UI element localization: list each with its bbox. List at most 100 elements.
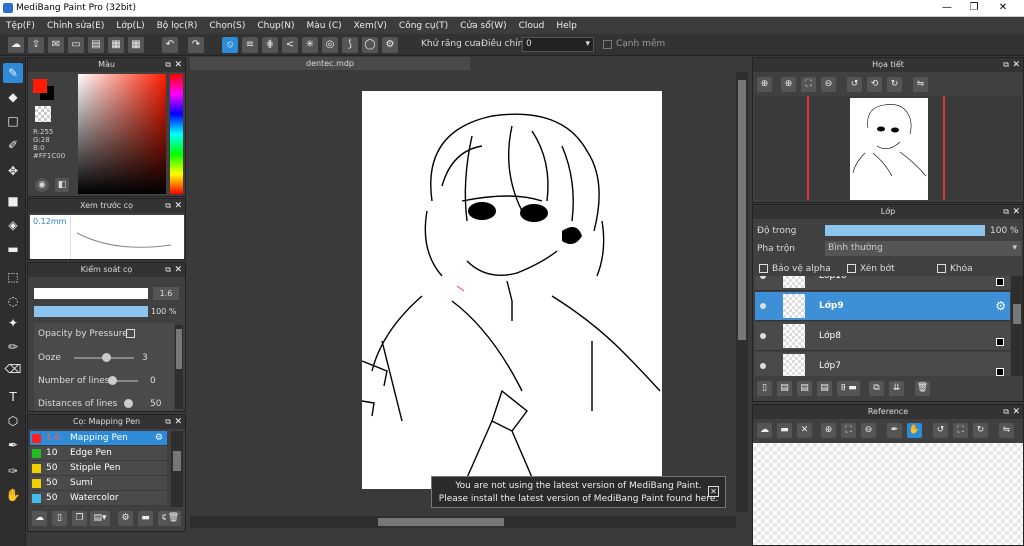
flip-icon[interactable]: ⇋ [913, 77, 928, 92]
gear-icon[interactable]: ⚙ [155, 431, 163, 446]
pages-icon[interactable]: ▦ [108, 37, 124, 53]
notice-close-icon[interactable]: ✕ [708, 486, 719, 497]
canvas-hscrollbar[interactable] [190, 516, 736, 528]
move-tool-icon[interactable]: ✥ [3, 161, 23, 181]
divide-tool-icon[interactable]: ⬡ [3, 411, 23, 431]
visibility-icon[interactable] [760, 333, 766, 339]
pen-tool-icon[interactable]: ✑ [3, 461, 23, 481]
upload-icon[interactable]: ⇪ [28, 37, 44, 53]
smooth-checkbox[interactable] [603, 40, 612, 49]
eraser-tool-icon[interactable]: ◆ [3, 87, 23, 107]
close-panel-icon[interactable]: ✕ [174, 199, 182, 213]
new-layer-icon[interactable]: ▯ [757, 381, 772, 396]
menu-item[interactable]: Tệp(F) [6, 21, 35, 31]
select-eraser-icon[interactable]: ⌫ [3, 359, 23, 379]
layer-row[interactable]: Lớp8 [755, 322, 1010, 351]
brush-list-item[interactable]: 50 Watercolor [30, 491, 167, 506]
brush-options-scrollbar[interactable] [175, 325, 183, 409]
merge-layer-icon[interactable]: ⇊ [889, 381, 904, 396]
copy-brush-icon[interactable]: ❐ [72, 511, 87, 526]
ref-rotate-left-icon[interactable]: ↺ [933, 423, 948, 438]
text-tool-icon[interactable]: T [3, 387, 23, 407]
cloud-reference-icon[interactable]: ☁ [757, 423, 772, 438]
settings-gear-icon[interactable]: ⚙ [382, 37, 398, 53]
zoom-in-icon[interactable]: ⊕ [757, 77, 772, 92]
detach-icon[interactable]: ⧉ [165, 415, 171, 429]
lasso-tool-icon[interactable]: ◌ [3, 291, 23, 311]
duplicate-layer-icon[interactable]: ⧉ [869, 381, 884, 396]
curve-snap-icon[interactable]: ⟆ [342, 37, 358, 53]
menu-item[interactable]: Màu (C) [307, 21, 342, 31]
brush-list-scrollbar[interactable] [171, 431, 183, 507]
detach-icon[interactable]: ⧉ [165, 58, 171, 72]
color-sv-field[interactable] [78, 74, 166, 194]
delete-layer-icon[interactable]: 🗑 [915, 381, 930, 396]
ref-flip-icon[interactable]: ⇋ [999, 423, 1014, 438]
fit-icon[interactable]: ⛶ [801, 77, 816, 92]
distance-slider-handle[interactable] [124, 399, 133, 408]
ref-zoom-out-icon[interactable]: ⊖ [861, 423, 876, 438]
reset-rotate-icon[interactable]: ⟲ [867, 77, 882, 92]
menu-item[interactable]: Chụp(N) [257, 21, 294, 31]
new-1bit-layer-icon[interactable]: ▤ [817, 381, 832, 396]
detach-icon[interactable]: ⧉ [165, 263, 171, 277]
close-reference-icon[interactable]: ✕ [797, 423, 812, 438]
lines-slider-handle[interactable] [108, 376, 117, 385]
cloud-icon[interactable]: ☁ [8, 37, 24, 53]
redo-icon[interactable]: ↷ [188, 37, 204, 53]
brush-size-value[interactable]: 1.6 [153, 287, 179, 300]
layer-row[interactable]: Lớp10 [755, 276, 1010, 291]
detach-icon[interactable]: ⧉ [165, 199, 171, 213]
hand-tool-icon[interactable]: ✋ [3, 485, 23, 505]
lock-checkbox[interactable] [937, 264, 946, 273]
visibility-icon[interactable] [760, 303, 766, 309]
close-panel-icon[interactable]: ✕ [1012, 205, 1020, 219]
crosshatch-snap-icon[interactable]: ⋕ [262, 37, 278, 53]
visibility-icon[interactable] [760, 276, 766, 279]
radial-snap-icon[interactable]: ✳ [302, 37, 318, 53]
brush-tool-icon[interactable]: ✎ [3, 63, 23, 83]
blend-select[interactable]: Bình thường ▾ [825, 241, 1021, 256]
brush-settings-icon[interactable]: ⚙ [118, 511, 133, 526]
zoom-in-alt-icon[interactable]: ⊕ [781, 77, 796, 92]
brush-list-item[interactable]: 50 Sumi [30, 476, 167, 491]
new-halftone-layer-icon[interactable]: ▤ [777, 381, 792, 396]
undo-icon[interactable]: ↶ [162, 37, 178, 53]
menu-item[interactable]: Chọn(S) [209, 21, 245, 31]
trash-icon[interactable]: 🗑 [166, 511, 181, 526]
folder-icon[interactable]: ▬ [138, 511, 153, 526]
close-panel-icon[interactable]: ✕ [1012, 58, 1020, 72]
adjust-select[interactable]: 0 ▾ [522, 37, 594, 52]
layer-list-scrollbar[interactable] [1011, 276, 1023, 376]
update-notice[interactable]: You are not using the latest version of … [431, 476, 726, 508]
menu-item[interactable]: Cloud [519, 21, 545, 31]
detach-icon[interactable]: ⧉ [1003, 58, 1009, 72]
canvas-vscrollbar[interactable] [736, 72, 748, 512]
comment-icon[interactable]: ▭ [68, 37, 84, 53]
layer-row[interactable]: Lớp7 [755, 352, 1010, 376]
parallel-snap-icon[interactable]: ≡ [242, 37, 258, 53]
menu-item[interactable]: Lớp(L) [116, 21, 144, 31]
eyedropper-tool-icon[interactable]: ✒ [3, 435, 23, 455]
cloud-download-icon[interactable]: ☁ [32, 511, 47, 526]
select-rect-icon[interactable]: ⬚ [3, 267, 23, 287]
brush-opacity-slider[interactable] [34, 306, 148, 317]
menu-item[interactable]: Chỉnh sửa(E) [47, 21, 104, 31]
menu-item[interactable]: Xem(V) [354, 21, 387, 31]
visibility-icon[interactable] [760, 363, 766, 369]
fill-rect-tool-icon[interactable]: ■ [3, 191, 23, 211]
ref-rotate-right-icon[interactable]: ↻ [973, 423, 988, 438]
ref-eyedropper-icon[interactable]: ✒ [887, 423, 902, 438]
add-brush-icon[interactable]: ▤▾ [90, 511, 110, 526]
brush-list-item[interactable]: 50 Stipple Pen [30, 461, 167, 476]
brush-size-slider[interactable] [34, 288, 148, 299]
detach-icon[interactable]: ⧉ [1003, 405, 1009, 419]
minimize-icon[interactable]: — [936, 1, 958, 15]
close-icon[interactable]: ✕ [992, 1, 1014, 15]
ooze-slider-handle[interactable] [102, 353, 111, 362]
foreground-color-swatch[interactable] [33, 79, 47, 93]
ref-fit-window-icon[interactable]: ⛶ [953, 423, 968, 438]
layer-row[interactable]: Lớp9 ⚙ [755, 292, 1010, 321]
new-8bit-layer-icon[interactable]: ▤ [797, 381, 812, 396]
layer-opacity-slider[interactable] [825, 225, 985, 236]
